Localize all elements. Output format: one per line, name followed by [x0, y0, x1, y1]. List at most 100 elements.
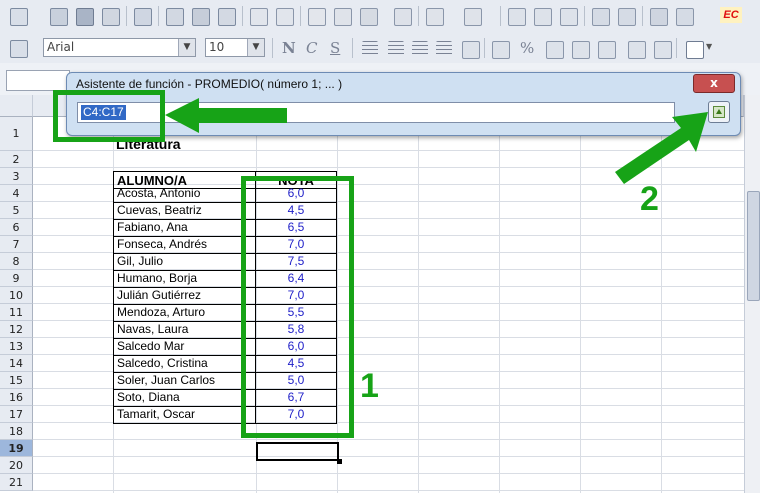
annotation-box-range [241, 176, 354, 438]
row-header-15[interactable]: 15 [0, 372, 33, 389]
draw-functions-icon[interactable] [618, 8, 636, 26]
dialog-title: Asistente de función - PROMEDIO( número … [76, 77, 343, 91]
student-name-cell[interactable]: Fabiano, Ana [113, 219, 256, 237]
row-header-20[interactable]: 20 [0, 457, 33, 474]
percent-format-icon[interactable]: % [520, 39, 534, 57]
selected-cell-c19[interactable] [256, 442, 339, 461]
paste-icon[interactable] [360, 8, 378, 26]
align-right-icon[interactable] [412, 41, 428, 57]
open-file-icon[interactable] [50, 8, 68, 26]
export-pdf-icon[interactable] [166, 8, 184, 26]
student-name-cell[interactable]: Soto, Diana [113, 389, 256, 407]
student-name-cell[interactable]: Mendoza, Arturo [113, 304, 256, 322]
bold-icon[interactable]: N [282, 39, 296, 57]
styles-icon[interactable] [10, 40, 28, 58]
row-header-19[interactable]: 19 [0, 440, 33, 457]
row-header-9[interactable]: 9 [0, 270, 33, 287]
row-header-5[interactable]: 5 [0, 202, 33, 219]
annotation-box-input [53, 90, 165, 142]
italic-icon[interactable]: C [306, 39, 317, 57]
row-header-11[interactable]: 11 [0, 304, 33, 321]
student-name-cell[interactable]: Acosta, Antonio [113, 185, 256, 203]
font-size-combo[interactable]: 10 ▼ [205, 38, 265, 57]
delete-decimal-icon[interactable] [598, 41, 616, 59]
row-header-4[interactable]: 4 [0, 185, 33, 202]
font-name-value: Arial [47, 40, 75, 54]
row-header-14[interactable]: 14 [0, 355, 33, 372]
student-name-cell[interactable]: Navas, Laura [113, 321, 256, 339]
row-header-13[interactable]: 13 [0, 338, 33, 355]
sort-descending-icon[interactable] [560, 8, 578, 26]
justify-icon[interactable] [436, 41, 452, 57]
decrease-indent-icon[interactable] [628, 41, 646, 59]
currency-format-icon[interactable] [492, 41, 510, 59]
student-name-cell[interactable]: Salcedo Mar [113, 338, 256, 356]
chevron-down-icon[interactable]: ▼ [247, 39, 264, 56]
row-header-16[interactable]: 16 [0, 389, 33, 406]
close-button[interactable]: x [693, 74, 735, 93]
annotation-arrow-left-icon [165, 98, 287, 133]
row-header-3[interactable]: 3 [0, 168, 33, 185]
corner-header[interactable] [0, 95, 33, 117]
standard-toolbar: EC [0, 0, 760, 34]
student-name-cell[interactable]: Tamarit, Oscar [113, 406, 256, 424]
edit-file-icon[interactable] [134, 8, 152, 26]
student-name-cell[interactable]: Soler, Juan Carlos [113, 372, 256, 390]
row-header-18[interactable]: 18 [0, 423, 33, 440]
cut-icon[interactable] [308, 8, 326, 26]
row-header-17[interactable]: 17 [0, 406, 33, 423]
font-size-value: 10 [209, 40, 225, 54]
scrollbar-thumb[interactable] [747, 191, 760, 301]
align-center-icon[interactable] [388, 41, 404, 57]
annotation-arrow-diagonal-icon [615, 112, 708, 184]
student-name-cell[interactable]: Fonseca, Andrés [113, 236, 256, 254]
row-header-6[interactable]: 6 [0, 219, 33, 236]
row-header-7[interactable]: 7 [0, 236, 33, 253]
standard-format-icon[interactable] [546, 41, 564, 59]
align-left-icon[interactable] [362, 41, 378, 57]
add-decimal-icon[interactable] [572, 41, 590, 59]
email-icon[interactable] [102, 8, 120, 26]
row-header-1[interactable]: 1 [0, 117, 33, 151]
student-name-cell[interactable]: Humano, Borja [113, 270, 256, 288]
row-header-10[interactable]: 10 [0, 287, 33, 304]
copy-icon[interactable] [334, 8, 352, 26]
underline-icon[interactable]: S [330, 39, 340, 57]
hyperlink-icon[interactable] [508, 8, 526, 26]
student-name-cell[interactable]: Gil, Julio [113, 253, 256, 271]
format-paintbrush-icon[interactable] [394, 8, 412, 26]
vertical-scrollbar[interactable] [744, 95, 760, 493]
save-icon[interactable] [76, 8, 94, 26]
insert-chart-icon[interactable] [592, 8, 610, 26]
row-header-8[interactable]: 8 [0, 253, 33, 270]
annotation-number-2: 2 [640, 180, 659, 218]
redo-icon[interactable] [464, 8, 482, 26]
borders-icon[interactable] [686, 41, 704, 59]
row-header-21[interactable]: 21 [0, 474, 33, 491]
navigator-icon[interactable] [676, 8, 694, 26]
chevron-down-icon[interactable]: ▼ [178, 39, 195, 56]
fill-handle[interactable] [337, 459, 342, 464]
student-name-cell[interactable]: Julián Gutiérrez [113, 287, 256, 305]
undo-icon[interactable] [426, 8, 444, 26]
name-box[interactable] [6, 70, 70, 91]
expand-icon [713, 106, 725, 118]
font-name-combo[interactable]: Arial ▼ [43, 38, 196, 57]
sort-ascending-icon[interactable] [534, 8, 552, 26]
print-icon[interactable] [192, 8, 210, 26]
formatting-toolbar: Arial ▼ 10 ▼ N C S % ▼ [0, 33, 760, 64]
autospellcheck-icon[interactable] [276, 8, 294, 26]
student-name-cell[interactable]: Salcedo, Cristina [113, 355, 256, 373]
increase-indent-icon[interactable] [654, 41, 672, 59]
spellcheck-icon[interactable] [250, 8, 268, 26]
row-header-12[interactable]: 12 [0, 321, 33, 338]
print-preview-icon[interactable] [218, 8, 236, 26]
extension-badge[interactable]: EC [720, 7, 742, 23]
new-document-icon[interactable] [10, 8, 28, 26]
merge-cells-icon[interactable] [462, 41, 480, 59]
row-header-2[interactable]: 2 [0, 151, 33, 168]
find-icon[interactable] [650, 8, 668, 26]
chevron-down-icon[interactable]: ▼ [706, 42, 712, 51]
student-name-cell[interactable]: Cuevas, Beatriz [113, 202, 256, 220]
annotation-number-1: 1 [360, 367, 379, 405]
